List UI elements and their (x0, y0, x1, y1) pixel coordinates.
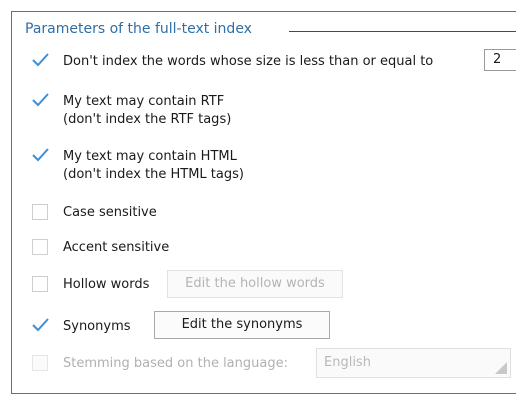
group-title: Parameters of the full-text index (25, 21, 256, 37)
case-sensitive-checkbox[interactable] (32, 204, 48, 220)
edit-hollow-words-button[interactable]: Edit the hollow words (167, 270, 343, 298)
case-sensitive-label: Case sensitive (63, 205, 157, 220)
resize-grip-icon (495, 362, 507, 374)
html-label-sub: (don't index the HTML tags) (63, 167, 244, 182)
hollow-words-label: Hollow words (63, 277, 150, 292)
accent-sensitive-label: Accent sensitive (63, 240, 170, 255)
stemming-label: Stemming based on the language: (63, 356, 288, 371)
html-label-main: My text may contain HTML (63, 149, 237, 164)
min-word-size-checkbox[interactable] (32, 53, 49, 69)
rtf-label: My text may contain RTF (don't index the… (63, 93, 231, 129)
group-title-rule (289, 31, 516, 32)
checkmark-icon (32, 93, 49, 107)
min-word-size-input[interactable]: 2 (484, 49, 516, 71)
rtf-label-main: My text may contain RTF (63, 94, 225, 109)
stemming-language-value: English (324, 355, 371, 370)
checkmark-icon (32, 53, 49, 67)
synonyms-checkbox[interactable] (32, 318, 49, 334)
synonyms-label: Synonyms (63, 319, 131, 334)
checkmark-icon (32, 318, 49, 332)
stemming-language-select[interactable]: English (316, 348, 511, 378)
checkmark-icon (32, 148, 49, 162)
accent-sensitive-checkbox[interactable] (32, 239, 48, 255)
html-label: My text may contain HTML (don't index th… (63, 148, 244, 184)
rtf-label-sub: (don't index the RTF tags) (63, 112, 232, 127)
rtf-checkbox[interactable] (32, 93, 49, 109)
edit-synonyms-button[interactable]: Edit the synonyms (154, 311, 330, 339)
min-word-size-label: Don't index the words whose size is less… (63, 54, 434, 69)
html-checkbox[interactable] (32, 148, 49, 164)
stemming-checkbox[interactable] (32, 355, 48, 371)
hollow-words-checkbox[interactable] (32, 276, 48, 292)
